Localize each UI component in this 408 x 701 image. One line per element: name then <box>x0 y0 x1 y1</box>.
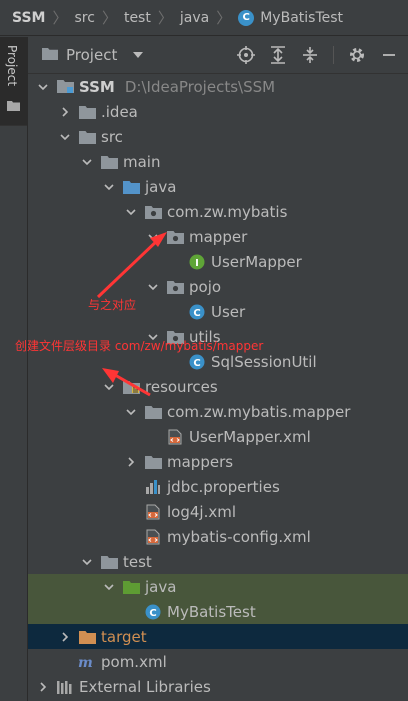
annotation-create-directory: 创建文件层级目录 com/zw/mybatis/mapper <box>15 339 264 353</box>
annotation-corresponds: 与之对应 <box>88 298 137 312</box>
arrow-to-resources-folder <box>102 368 151 397</box>
arrow-to-mapper-package <box>96 232 167 299</box>
